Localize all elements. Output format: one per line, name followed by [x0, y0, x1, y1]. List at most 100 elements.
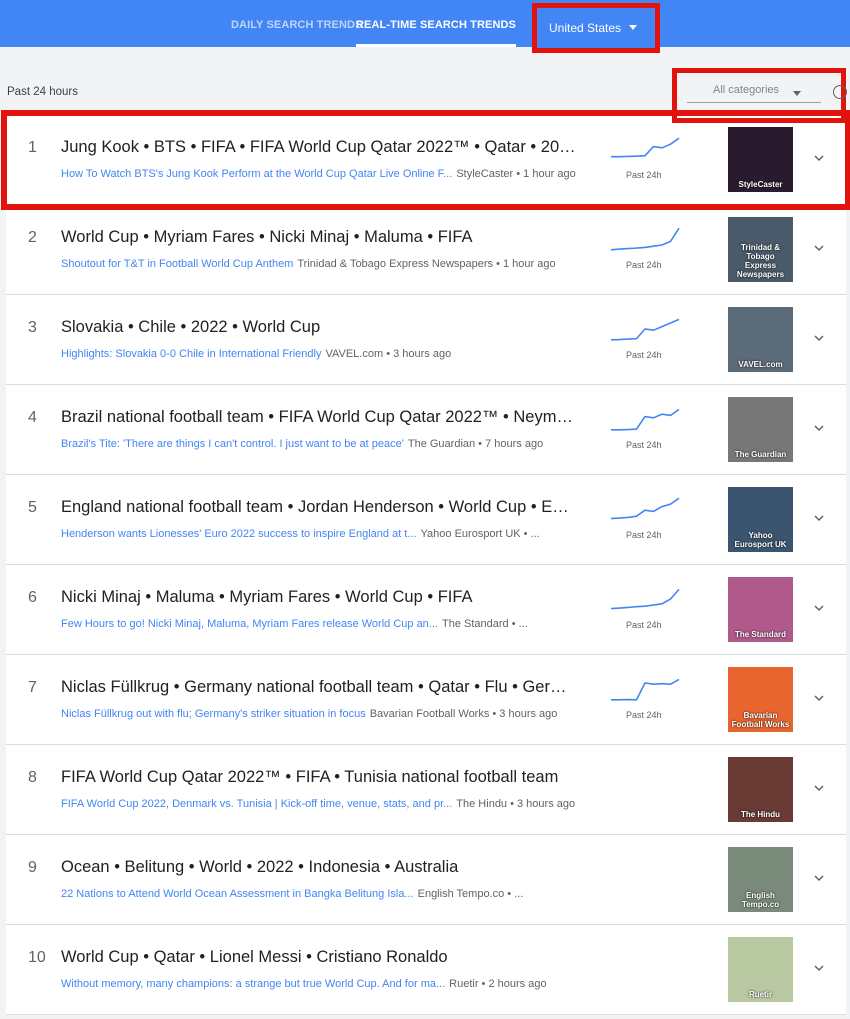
- thumbnail-source-caption: Ruetir: [748, 990, 773, 999]
- story-headline-link[interactable]: FIFA World Cup 2022, Denmark vs. Tunisia…: [61, 798, 452, 810]
- story-subline: Few Hours to go! Nicki Minaj, Maluma, My…: [61, 618, 621, 630]
- chevron-down-icon[interactable]: [814, 153, 824, 163]
- story-thumbnail[interactable]: StyleCaster: [728, 127, 793, 192]
- story-row[interactable]: 1 Jung Kook • BTS • FIFA • FIFA World Cup…: [1, 110, 850, 210]
- chevron-down-icon[interactable]: [814, 423, 824, 433]
- chevron-down-icon[interactable]: [814, 963, 824, 973]
- trend-sparkline: [611, 137, 680, 158]
- story-row[interactable]: 7 Niclas Füllkrug • Germany national foot…: [6, 655, 846, 745]
- story-source: The Guardian • 7 hours ago: [407, 438, 544, 450]
- story-subline: Niclas Füllkrug out with flu; Germany's …: [61, 708, 621, 720]
- story-thumbnail[interactable]: Ruetir: [728, 937, 793, 1002]
- story-rank: 7: [28, 679, 37, 696]
- story-thumbnail[interactable]: Bavarian Football Works: [728, 667, 793, 732]
- story-row[interactable]: 3 Slovakia • Chile • 2022 • World Cup High…: [6, 295, 846, 385]
- sparkline-label: Past 24h: [626, 710, 662, 720]
- country-selector[interactable]: United States: [549, 21, 638, 35]
- story-thumbnail[interactable]: Trinidad & Tobago Express Newspapers: [728, 217, 793, 282]
- story-row[interactable]: 9 Ocean • Belitung • World • 2022 • Indon…: [6, 835, 846, 925]
- story-subline: 22 Nations to Attend World Ocean Assessm…: [61, 888, 621, 900]
- chevron-down-icon[interactable]: [814, 693, 824, 703]
- chevron-down-icon[interactable]: [814, 603, 824, 613]
- story-rank: 6: [28, 589, 37, 606]
- country-label: United States: [549, 21, 622, 35]
- sparkline-path: [610, 588, 680, 610]
- story-headline-link[interactable]: Shoutout for T&T in Football World Cup A…: [61, 258, 293, 270]
- sparkline-path: [611, 137, 680, 158]
- trending-stories-list: 1 Jung Kook • BTS • FIFA • FIFA World Cup…: [1, 110, 850, 1015]
- sparkline-path: [610, 227, 680, 251]
- story-subline: Without memory, many champions: a strang…: [61, 978, 621, 990]
- story-title[interactable]: Slovakia • Chile • 2022 • World Cup: [61, 318, 576, 337]
- story-row[interactable]: 6 Nicki Minaj • Maluma • Myriam Fares • W…: [6, 565, 846, 655]
- story-title[interactable]: FIFA World Cup Qatar 2022™ • FIFA • Tuni…: [61, 768, 576, 787]
- thumbnail-source-caption: English Tempo.co: [741, 891, 780, 909]
- help-icon[interactable]: [833, 85, 847, 99]
- story-rank: 9: [28, 859, 37, 876]
- story-row[interactable]: 4 Brazil national football team • FIFA Wo…: [6, 385, 846, 475]
- tab-daily-search-trends[interactable]: Daily search trends: [231, 0, 362, 47]
- story-rank: 1: [28, 139, 37, 156]
- sparkline-label: Past 24h: [626, 350, 662, 360]
- story-headline-link[interactable]: How To Watch BTS's Jung Kook Perform at …: [61, 168, 452, 180]
- story-source: Yahoo Eurosport UK • ...: [420, 528, 540, 540]
- story-headline-link[interactable]: 22 Nations to Attend World Ocean Assessm…: [61, 888, 414, 900]
- trend-sparkline: [611, 678, 680, 701]
- trend-sparkline: [610, 588, 680, 610]
- story-title[interactable]: Ocean • Belitung • World • 2022 • Indone…: [61, 858, 576, 877]
- chevron-down-icon[interactable]: [814, 873, 824, 883]
- story-row[interactable]: 5 England national football team • Jordan…: [6, 475, 846, 565]
- story-title[interactable]: World Cup • Myriam Fares • Nicki Minaj •…: [61, 228, 576, 247]
- story-title[interactable]: Niclas Füllkrug • Germany national footb…: [61, 678, 576, 697]
- story-source: The Standard • ...: [441, 618, 528, 630]
- story-subline: Henderson wants Lionesses' Euro 2022 suc…: [61, 528, 621, 540]
- chevron-down-icon: [629, 25, 638, 30]
- story-headline-link[interactable]: Few Hours to go! Nicki Minaj, Maluma, My…: [61, 618, 438, 630]
- story-headline-link[interactable]: Highlights: Slovakia 0-0 Chile in Intern…: [61, 348, 321, 360]
- story-rank: 10: [28, 949, 46, 966]
- story-source: Trinidad & Tobago Express Newspapers • 1…: [297, 258, 556, 270]
- top-bar: Daily search trends Real-time search tre…: [0, 0, 850, 47]
- sparkline-label: Past 24h: [626, 440, 662, 450]
- thumbnail-source-caption: VAVEL.com: [738, 360, 783, 369]
- category-dropdown[interactable]: All categories: [687, 79, 821, 103]
- story-title[interactable]: England national football team • Jordan …: [61, 498, 576, 517]
- thumbnail-source-caption: Yahoo Eurosport UK: [734, 531, 787, 549]
- category-highlight-box: All categories: [672, 68, 847, 123]
- tab-realtime-search-trends[interactable]: Real-time search trends: [356, 0, 516, 47]
- sparkline-path: [611, 408, 680, 431]
- story-thumbnail[interactable]: The Guardian: [728, 397, 793, 462]
- story-source: StyleCaster • 1 hour ago: [456, 168, 576, 180]
- story-subline: FIFA World Cup 2022, Denmark vs. Tunisia…: [61, 798, 621, 810]
- country-highlight-box: United States: [532, 3, 660, 53]
- story-source: The Hindu • 3 hours ago: [456, 798, 576, 810]
- sparkline-path: [610, 318, 680, 341]
- story-row[interactable]: 2 World Cup • Myriam Fares • Nicki Minaj …: [6, 205, 846, 295]
- trend-sparkline: [610, 497, 680, 520]
- story-title[interactable]: Jung Kook • BTS • FIFA • FIFA World Cup …: [61, 138, 576, 157]
- story-row[interactable]: 8 FIFA World Cup Qatar 2022™ • FIFA • Tun…: [6, 745, 846, 835]
- chevron-down-icon[interactable]: [814, 513, 824, 523]
- story-thumbnail[interactable]: VAVEL.com: [728, 307, 793, 372]
- story-thumbnail[interactable]: The Hindu: [728, 757, 793, 822]
- time-period-label: Past 24 hours: [7, 86, 78, 98]
- chevron-down-icon[interactable]: [814, 783, 824, 793]
- story-source: English Tempo.co • ...: [417, 888, 524, 900]
- story-headline-link[interactable]: Brazil's Tite: 'There are things I can't…: [61, 438, 404, 450]
- story-headline-link[interactable]: Henderson wants Lionesses' Euro 2022 suc…: [61, 528, 417, 540]
- story-thumbnail[interactable]: English Tempo.co: [728, 847, 793, 912]
- story-thumbnail[interactable]: The Standard: [728, 577, 793, 642]
- story-headline-link[interactable]: Niclas Füllkrug out with flu; Germany's …: [61, 708, 366, 720]
- story-headline-link[interactable]: Without memory, many champions: a strang…: [61, 978, 445, 990]
- chevron-down-icon[interactable]: [814, 333, 824, 343]
- story-subline: Highlights: Slovakia 0-0 Chile in Intern…: [61, 348, 621, 360]
- story-row[interactable]: 10 World Cup • Qatar • Lionel Messi • Cri…: [6, 925, 846, 1015]
- story-title[interactable]: World Cup • Qatar • Lionel Messi • Crist…: [61, 948, 576, 967]
- story-thumbnail[interactable]: Yahoo Eurosport UK: [728, 487, 793, 552]
- story-title[interactable]: Brazil national football team • FIFA Wor…: [61, 408, 576, 427]
- trend-sparkline: [610, 227, 680, 251]
- category-label: All categories: [713, 84, 780, 96]
- chevron-down-icon[interactable]: [814, 243, 824, 253]
- chevron-down-icon: [793, 91, 801, 96]
- story-title[interactable]: Nicki Minaj • Maluma • Myriam Fares • Wo…: [61, 588, 576, 607]
